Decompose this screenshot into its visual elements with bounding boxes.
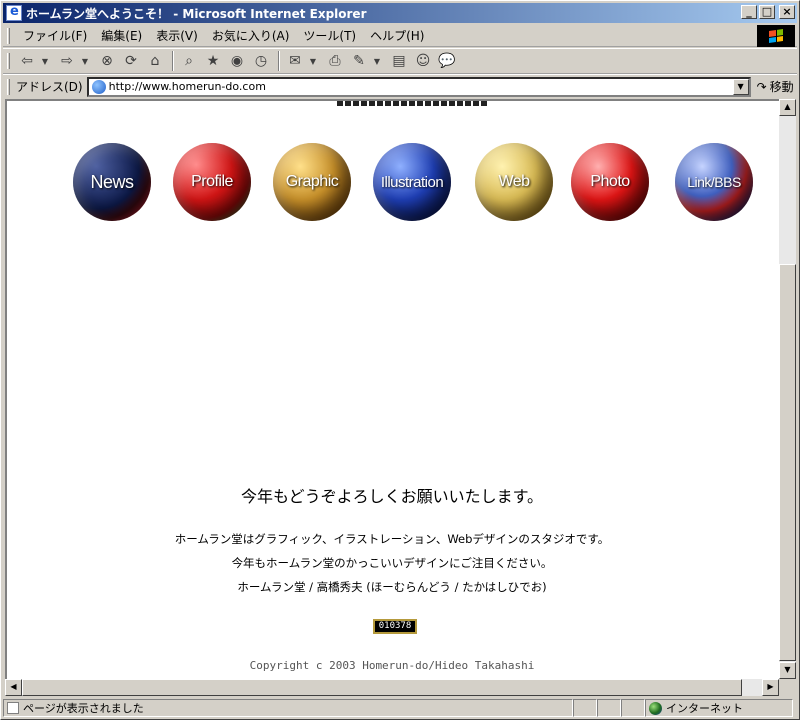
nav-ball-illustration[interactable]: Illustration [373,143,451,221]
refresh-icon[interactable]: ⟳ [120,51,142,71]
windows-logo [757,25,795,47]
print-icon[interactable]: ⎙ [324,51,346,71]
zone-text: インターネット [666,702,743,715]
status-text-cell: ページが表示されました [3,699,573,717]
vertical-scroll-thumb[interactable] [779,264,796,661]
status-cell-empty [597,699,621,717]
standard-toolbar: ⇦ ▼ ⇨ ▼ ⊗ ⟳ ⌂ ⌕ ★ ◉ ◷ ✉ ▼ ⎙ ✎ ▼ ▤ ☺ 💬 [3,48,797,74]
title-bar[interactable]: ホームラン堂へようこそ！ - Microsoft Internet Explor… [3,3,797,23]
ie-icon [6,4,22,21]
messenger-icon[interactable]: ☺ [412,51,434,71]
back-dropdown-icon[interactable]: ▼ [40,51,50,71]
edit-dropdown-icon[interactable]: ▼ [372,51,382,71]
menu-file[interactable]: ファイル(F) [16,25,94,46]
nav-ball-label: Link/BBS [687,174,741,190]
nav-ball-graphic[interactable]: Graphic [273,143,351,221]
menu-grip [7,27,10,44]
address-grip [7,78,10,95]
toolbar-grip [7,53,10,69]
close-button[interactable]: × [779,5,795,19]
go-button[interactable]: ↷ 移動 [757,78,794,95]
horizontal-scroll-thumb[interactable] [22,679,742,696]
nav-ball-photo[interactable]: Photo [571,143,649,221]
nav-ball-web[interactable]: Web [475,143,553,221]
back-icon[interactable]: ⇦ [16,51,38,71]
menu-bar: ファイル(F) 編集(E) 表示(V) お気に入り(A) ツール(T) ヘルプ(… [3,25,797,47]
forward-icon[interactable]: ⇨ [56,51,78,71]
page-icon [91,79,106,94]
page-done-icon [7,702,19,714]
vertical-scrollbar[interactable]: ▲ ▼ [779,99,796,679]
access-counter: 010378 [373,619,417,634]
window-controls: _ □ × [741,5,795,19]
mail-dropdown-icon[interactable]: ▼ [308,51,318,71]
windows-flag-icon [769,29,783,43]
go-arrow-icon: ↷ [756,79,767,94]
nav-ball-label: Web [498,173,530,190]
history-icon[interactable]: ◷ [250,51,272,71]
scroll-down-icon[interactable]: ▼ [779,662,796,679]
nav-ball-label: Profile [191,173,233,190]
scroll-left-icon[interactable]: ◀ [5,679,22,696]
forward-dropdown-icon[interactable]: ▼ [80,51,90,71]
toolbar-separator [278,51,280,71]
address-label: アドレス(D) [16,80,83,94]
info-line-2: 今年もホームラン堂のかっこいいデザインにご注目ください。 [231,556,553,570]
stop-icon[interactable]: ⊗ [96,51,118,71]
discuss-icon[interactable]: ▤ [388,51,410,71]
maximize-button[interactable]: □ [759,5,775,19]
address-bar: アドレス(D) ▼ ↷ 移動 [3,74,797,98]
nav-ball-label: Graphic [285,173,339,190]
menu-tools[interactable]: ツール(T) [296,25,363,46]
nav-ball-label: Illustration [380,173,444,191]
minimize-button[interactable]: _ [741,5,757,19]
nav-ball-label: News [90,171,134,192]
status-bar: ページが表示されました インターネット [3,698,797,718]
nav-ball-news[interactable]: News [73,143,151,221]
status-cell-empty [621,699,645,717]
menu-edit[interactable]: 編集(E) [94,25,149,46]
toolbar-separator [172,51,174,71]
nav-balls: News Profile Graphic Illustration Web Ph… [7,101,779,241]
scroll-right-icon[interactable]: ▶ [762,679,779,696]
status-text: ページが表示されました [23,702,144,715]
address-dropdown-icon[interactable]: ▼ [732,78,749,95]
menu-help[interactable]: ヘルプ(H) [363,25,431,46]
search-icon[interactable]: ⌕ [178,51,200,71]
copyright-text: Copyright c 2003 Homerun-do/Hideo Takaha… [249,659,535,672]
zone-cell: インターネット [645,699,793,717]
nav-ball-profile[interactable]: Profile [173,143,251,221]
address-input[interactable] [108,80,729,93]
menu-favorites[interactable]: お気に入り(A) [205,25,297,46]
page-viewport[interactable]: News Profile Graphic Illustration Web Ph… [5,99,779,679]
mail-icon[interactable]: ✉ [284,51,306,71]
greeting-text: 今年もどうぞよろしくお願いいたします。 [240,487,544,506]
internet-zone-icon [649,701,662,715]
info-line-1: ホームラン堂はグラフィック、イラストレーション、Webデザインのスタジオです。 [174,532,610,546]
horizontal-scrollbar[interactable]: ◀ ▶ [5,679,779,696]
nav-ball-link-bbs[interactable]: Link/BBS [675,143,753,221]
media-icon[interactable]: ◉ [226,51,248,71]
menu-view[interactable]: 表示(V) [149,25,205,46]
status-cell-empty [573,699,597,717]
go-label: 移動 [769,80,794,94]
home-icon[interactable]: ⌂ [144,51,166,71]
chat-icon[interactable]: 💬 [436,51,458,71]
address-field[interactable]: ▼ [86,76,751,97]
edit-icon[interactable]: ✎ [348,51,370,71]
favorites-icon[interactable]: ★ [202,51,224,71]
browser-window: ホームラン堂へようこそ！ - Microsoft Internet Explor… [0,0,800,720]
window-title: ホームラン堂へようこそ！ - Microsoft Internet Explor… [26,6,367,21]
nav-ball-label: Photo [590,173,630,190]
scroll-up-icon[interactable]: ▲ [779,99,796,116]
info-line-3: ホームラン堂 / 高橋秀夫 (ほーむらんどう / たかはしひでお) [237,580,547,594]
